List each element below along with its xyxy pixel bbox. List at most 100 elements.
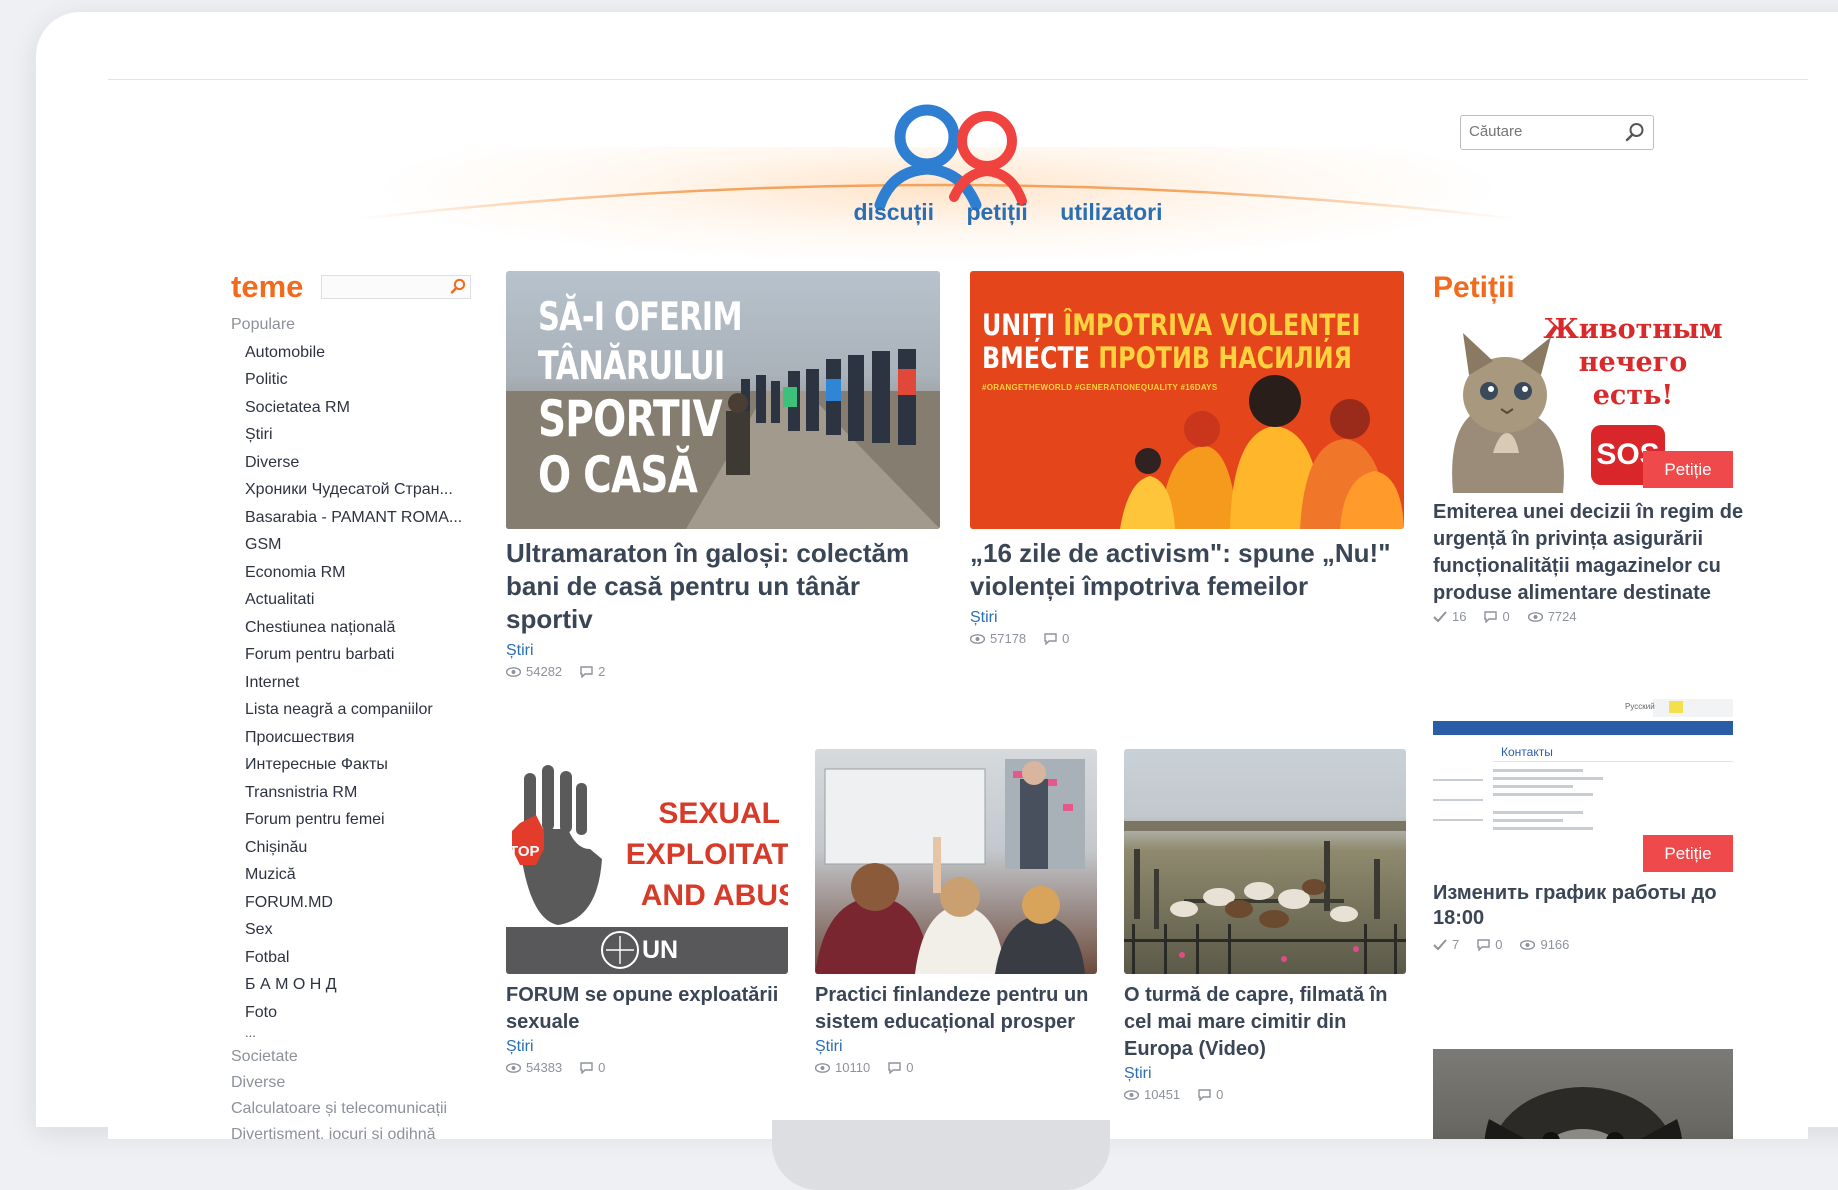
petition-image[interactable]: Контакты Русский Petiție: [1433, 699, 1733, 877]
forum-logo-icon[interactable]: [852, 93, 1052, 215]
image-caption-line: SPORTIV: [538, 390, 723, 448]
news-card: TOP SEXUAL EXPLOITATI AND ABUS UN FORUM …: [506, 749, 788, 1075]
news-image[interactable]: [815, 749, 1097, 974]
topic-item[interactable]: Diverse: [245, 449, 491, 477]
comment-icon: [580, 665, 593, 678]
petition-stats: 7 0 9166: [1433, 937, 1753, 952]
nav-utilizatori[interactable]: utilizatori: [1060, 199, 1162, 226]
topic-item[interactable]: Fotbal: [245, 944, 491, 972]
views-count: 57178: [990, 631, 1027, 646]
device-frame: discuții petiții utilizatori teme: [36, 12, 1838, 1139]
topic-item[interactable]: FORUM.MD: [245, 889, 491, 917]
main-nav: discuții petiții utilizatori: [108, 199, 1808, 226]
news-title[interactable]: Ultramaraton în galoși: colectăm bani de…: [506, 537, 940, 636]
topic-item[interactable]: Basarabia - PAMANT ROMA...: [245, 504, 491, 532]
nav-petitii[interactable]: petiții: [966, 199, 1027, 226]
group-divertisment[interactable]: Divertisment, jocuri și odihnă: [231, 1122, 491, 1139]
petition-item: [1433, 1049, 1753, 1139]
petition-image[interactable]: [1433, 1049, 1733, 1139]
petition-badge[interactable]: Petiție: [1643, 451, 1733, 488]
comment-icon: [888, 1061, 901, 1074]
topic-item[interactable]: Forum pentru barbati: [245, 641, 491, 669]
group-diverse[interactable]: Diverse: [231, 1070, 491, 1096]
topic-item[interactable]: Societatea RM: [245, 394, 491, 422]
news-stats: 54282 2: [506, 664, 940, 679]
petition-item: Контакты Русский Petiție Изменить график…: [1433, 699, 1753, 952]
topic-item[interactable]: Lista neagră a companiilor: [245, 696, 491, 724]
news-title[interactable]: Practici finlandeze pentru un sistem edu…: [815, 982, 1097, 1036]
topic-item[interactable]: Происшествия: [245, 724, 491, 752]
topic-item[interactable]: Forum pentru femei: [245, 806, 491, 834]
petition-badge[interactable]: Petiție: [1643, 835, 1733, 872]
dog-illustration: [1484, 1087, 1682, 1139]
comment-icon: [1477, 938, 1490, 951]
news-title[interactable]: O turmă de capre, filmată în cel mai mar…: [1124, 982, 1406, 1063]
news-category[interactable]: Știri: [815, 1038, 1097, 1056]
news-category[interactable]: Știri: [970, 609, 1404, 627]
topics-search-input[interactable]: [321, 275, 472, 299]
news-title[interactable]: „16 zile de activism": spune „Nu!" viole…: [970, 537, 1404, 603]
votes-count: 16: [1452, 609, 1467, 624]
image-caption-line: SĂ-I OFERIM: [538, 295, 743, 340]
image-caption: Контакты: [1501, 745, 1553, 759]
topic-item[interactable]: Politic: [245, 366, 491, 394]
topic-item[interactable]: Б А М О Н Д: [245, 971, 491, 999]
more-topics[interactable]: ...: [245, 1026, 491, 1040]
topic-item[interactable]: Foto: [245, 999, 491, 1027]
news-image[interactable]: TOP SEXUAL EXPLOITATI AND ABUS UN: [506, 749, 788, 974]
petition-item: Животным нечего есть! SOS Petiție Emiter…: [1433, 313, 1753, 624]
topic-item[interactable]: Chișinău: [245, 834, 491, 862]
group-societate[interactable]: Societate: [231, 1044, 491, 1070]
topic-item[interactable]: Transnistria RM: [245, 779, 491, 807]
topic-item[interactable]: Actualitati: [245, 586, 491, 614]
image-caption-line: TÂNĂRULUI: [538, 344, 725, 389]
news-image[interactable]: UNIȚI ÎMPOTRIVA VIOLENȚEI ВМЕСТЕ ПРОТИВ …: [970, 271, 1404, 529]
image-caption-line: O CASĂ: [538, 446, 698, 504]
news-image[interactable]: [1124, 749, 1406, 974]
image-caption: SEXUAL: [658, 797, 780, 830]
search-input[interactable]: [1461, 116, 1619, 147]
comment-icon: [580, 1061, 593, 1074]
group-populare[interactable]: Populare: [231, 311, 491, 339]
image-caption: нечего: [1578, 347, 1688, 378]
group-calculatoare[interactable]: Calculatoare și telecomunicații: [231, 1096, 491, 1122]
search-icon[interactable]: [1625, 122, 1645, 142]
news-stats: 54383 0: [506, 1060, 788, 1075]
nav-discutii[interactable]: discuții: [854, 199, 935, 226]
news-category[interactable]: Știri: [506, 642, 940, 660]
eye-icon: [1520, 939, 1536, 950]
topic-item[interactable]: Internet: [245, 669, 491, 697]
eye-icon: [506, 666, 521, 677]
topic-item[interactable]: Știri: [245, 421, 491, 449]
news-category[interactable]: Știri: [1124, 1065, 1406, 1083]
topic-item[interactable]: Economia RM: [245, 559, 491, 587]
news-image[interactable]: SĂ-I OFERIM TÂNĂRULUI SPORTIV O CASĂ: [506, 271, 940, 529]
topic-item[interactable]: GSM: [245, 531, 491, 559]
views-count: 9166: [1540, 937, 1570, 952]
image-caption: AND ABUS: [640, 879, 788, 912]
petitions-panel: Petiții Животным нечего есть! SOS Petiți…: [1433, 271, 1753, 1139]
news-category[interactable]: Știri: [506, 1038, 788, 1056]
comment-icon: [1484, 610, 1498, 623]
image-caption: Русский: [1625, 702, 1655, 711]
petition-image[interactable]: Животным нечего есть! SOS Petiție: [1433, 313, 1733, 493]
topic-item[interactable]: Хроники Чудесатой Стран...: [245, 476, 491, 504]
cemetery-goats-illustration: [1124, 821, 1406, 974]
petition-title[interactable]: Изменить график работы до 18:00: [1433, 881, 1753, 931]
topic-item[interactable]: Automobile: [245, 339, 491, 367]
image-caption: TOP: [509, 843, 540, 860]
search-icon[interactable]: [450, 278, 466, 294]
petition-title[interactable]: Emiterea unei decizii în regim de urgenț…: [1433, 499, 1753, 607]
news-title[interactable]: FORUM se opune exploatării sexuale: [506, 982, 788, 1036]
topic-item[interactable]: Интересные Факты: [245, 751, 491, 779]
comments-count: 2: [598, 664, 606, 679]
comment-icon: [1198, 1088, 1211, 1101]
views-count: 54383: [526, 1060, 563, 1075]
topic-item[interactable]: Muzică: [245, 861, 491, 889]
comment-icon: [1044, 632, 1057, 645]
topic-item[interactable]: Chestiunea națională: [245, 614, 491, 642]
check-icon: [1433, 938, 1447, 950]
comments-count: 0: [906, 1060, 914, 1075]
topic-item[interactable]: Sex: [245, 916, 491, 944]
views-count: 10110: [835, 1060, 871, 1075]
